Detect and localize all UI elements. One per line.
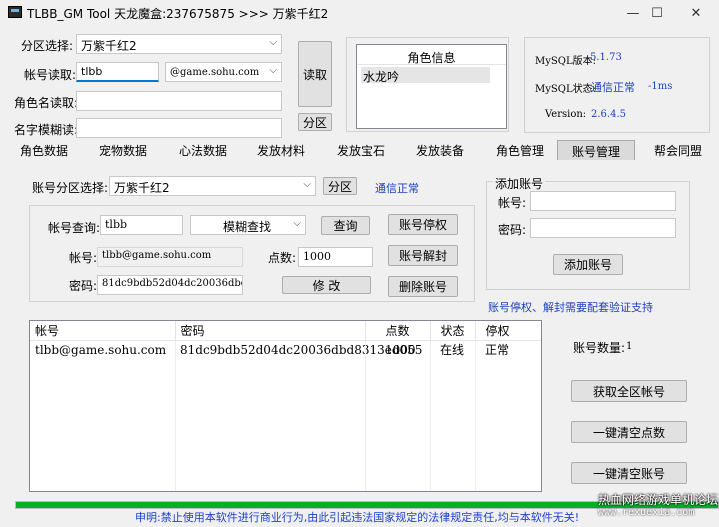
server-select-value: 万紫千红2 [81,39,137,53]
domain-select[interactable]: @game.sohu.com ⌵ [165,62,282,82]
role-info-header: 角色信息 [357,45,506,65]
delete-account-button[interactable]: 删除账号 [388,276,458,297]
grid-divider [475,341,476,491]
fuzzy-label: 名字模糊读: [14,123,79,137]
grid-header-password[interactable]: 密码 [175,321,366,340]
add-pwd-label: 密码: [498,223,527,237]
mysql-status-label: MySQL状态: [535,84,596,95]
tab-send-gems[interactable]: 发放宝石 [331,140,391,160]
read-button[interactable]: 读取 [298,41,332,107]
tab-account-manage[interactable]: 账号管理 [557,140,635,160]
account-grid[interactable]: 帐号 密码 点数 状态 停权 tlbb@game.sohu.com 81dc9b… [29,320,542,492]
tab-role-data[interactable]: 角色数据 [14,140,74,160]
version-value: 2.6.4.5 [591,109,626,120]
account-zone-label: 账号分区选择: [32,181,109,195]
grid-header-points[interactable]: 点数 [365,321,431,340]
acct-field[interactable]: tlbb@game.sohu.com [97,247,243,267]
close-button[interactable]: ✕ [673,0,719,26]
points-input[interactable]: 1000 [298,247,373,267]
connection-status: 通信正常 [375,182,419,195]
mysql-latency: -1ms [648,81,673,92]
fuzzy-input[interactable] [76,118,282,138]
watermark-title: 热血网络游戏单机论坛 [598,493,719,507]
grid-divider [365,341,366,491]
add-account-note: 账号停权、解封需要配套验证支持 [488,301,653,314]
mysql-version-value: 5.1.73 [590,52,622,63]
tab-guild-alliance[interactable]: 帮会同盟 [648,140,708,160]
tab-pet-data[interactable]: 宠物数据 [93,140,153,160]
query-input[interactable]: tlbb [100,215,183,235]
table-row[interactable]: tlbb@game.sohu.com 81dc9bdb52d04dc20036d… [30,340,541,359]
app-icon [8,6,22,18]
window-title: TLBB_GM Tool 天龙魔盒:237675875 >>> 万紫千红2 [27,7,329,21]
clear-points-button[interactable]: 一键清空点数 [571,421,687,443]
rolename-label: 角色名读取: [14,96,79,110]
watermark-url: www.rexuexia.com [598,507,695,518]
add-acct-label: 帐号: [498,196,527,210]
tab-send-equipment[interactable]: 发放装备 [410,140,470,160]
pwd-input[interactable]: 81dc9bdb52d04dc20036dbd831 [97,275,243,295]
modify-button[interactable]: 修 改 [282,276,371,294]
cell-status: 在线 [440,343,465,358]
grid-header-account[interactable]: 帐号 [30,321,176,340]
server-select[interactable]: 万紫千红2 ⌵ [76,34,282,54]
rolename-input[interactable] [76,91,282,111]
points-label: 点数: [268,251,297,265]
tab-send-materials[interactable]: 发放材料 [251,140,311,160]
server-label: 分区选择: [21,39,74,53]
role-info-list[interactable]: 角色信息 水龙吟 [356,44,507,129]
add-account-button[interactable]: 添加账号 [553,254,623,275]
cell-password: 81dc9bdb52d04dc20036dbd8313ed055 [180,342,423,357]
version-label: Version: [545,109,587,120]
chevron-down-icon: ⌵ [293,218,301,229]
tab-skill-data[interactable]: 心法数据 [173,140,233,160]
account-zone-value: 万紫千红2 [114,181,170,195]
add-acct-input[interactable] [530,191,676,211]
grid-divider [430,341,431,491]
query-mode-select[interactable]: 模糊查找 ⌵ [190,215,306,235]
tab-role-manage[interactable]: 角色管理 [490,140,550,160]
add-account-title: 添加账号 [493,175,546,192]
acct-label: 帐号: [69,251,98,265]
mysql-status-value: 通信正常 [591,81,635,94]
account-read-label: 帐号读取: [24,68,77,82]
add-pwd-input[interactable] [530,218,676,238]
chevron-down-icon: ⌵ [269,65,277,76]
account-zone-button[interactable]: 分区 [323,177,357,195]
cell-account: tlbb@game.sohu.com [35,342,167,357]
disclaimer-notice: 申明:禁止使用本软件进行商业行为,由此引起违法国家规定的法律规定责任,均与本软件… [135,511,580,524]
account-count-value: 1 [626,341,633,352]
grid-divider [175,341,176,491]
zone-button-top[interactable]: 分区 [298,113,332,131]
role-info-item[interactable]: 水龙吟 [361,67,490,84]
chevron-down-icon: ⌵ [303,179,311,190]
mysql-version-label: MySQL版本: [535,56,596,67]
grid-header-status[interactable]: 状态 [430,321,476,340]
clear-accounts-button[interactable]: 一键清空账号 [571,462,687,484]
chevron-down-icon: ⌵ [269,37,277,48]
fetch-all-accounts-button[interactable]: 获取全区帐号 [571,380,687,402]
query-mode-value: 模糊查找 [223,220,272,234]
account-read-input[interactable]: tlbb [76,62,159,82]
query-button[interactable]: 查询 [321,216,370,235]
pwd-label: 密码: [69,279,98,293]
ban-account-button[interactable]: 账号停权 [388,214,458,235]
account-zone-select[interactable]: 万紫千红2 ⌵ [109,176,316,196]
unban-account-button[interactable]: 账号解封 [388,245,458,266]
domain-select-value: @game.sohu.com [170,67,260,78]
account-count-label: 账号数量: [573,341,626,355]
cell-ban: 正常 [485,343,510,358]
query-label: 帐号查询: [48,221,101,235]
grid-header-ban[interactable]: 停权 [475,321,541,340]
